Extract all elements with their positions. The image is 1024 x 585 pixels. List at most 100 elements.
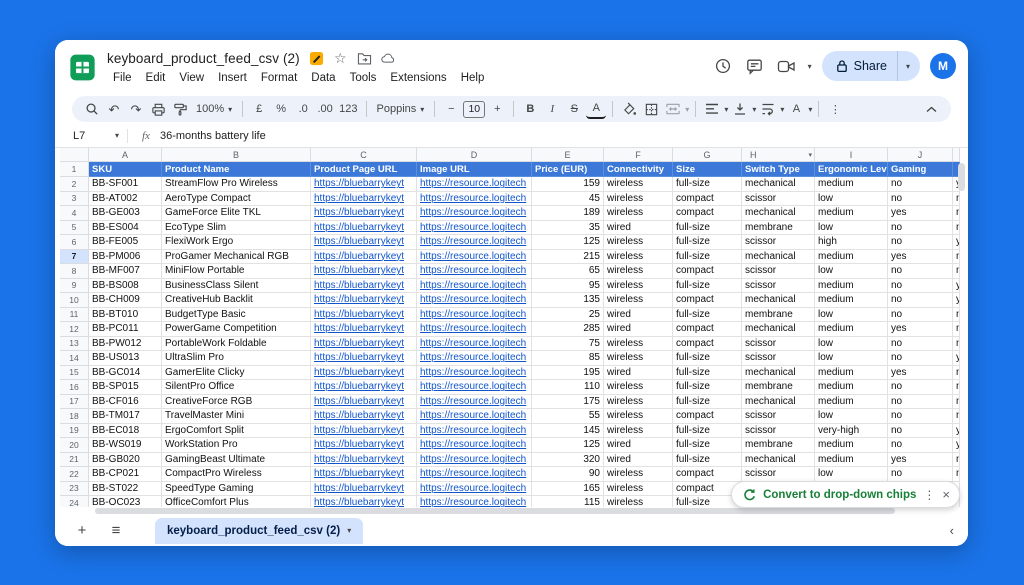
menu-view[interactable]: View bbox=[173, 70, 210, 86]
cell-price[interactable]: 145 bbox=[532, 424, 604, 439]
product-url-link[interactable]: https://bluebarrykeyt bbox=[311, 279, 417, 294]
image-url-link[interactable]: https://resource.logitech bbox=[417, 438, 532, 453]
image-url-link[interactable]: https://resource.logitech bbox=[417, 496, 532, 507]
cell-k-sliver[interactable]: no bbox=[953, 250, 960, 265]
cell-gaming[interactable]: no bbox=[888, 337, 953, 352]
column-header-k-sliver[interactable] bbox=[953, 148, 960, 162]
cell-k-sliver[interactable]: no bbox=[953, 395, 960, 410]
column-header-G[interactable]: G bbox=[673, 148, 742, 162]
cell-gaming[interactable]: no bbox=[888, 235, 953, 250]
product-url-link[interactable]: https://bluebarrykeyt bbox=[311, 337, 417, 352]
cell-size[interactable]: full-size bbox=[673, 438, 742, 453]
cell-sku[interactable]: BB-CF016 bbox=[89, 395, 162, 410]
image-url-link[interactable]: https://resource.logitech bbox=[417, 482, 532, 497]
document-title[interactable]: keyboard_product_feed_csv (2) bbox=[107, 51, 300, 66]
cell-connectivity[interactable]: wireless bbox=[604, 177, 673, 192]
row-header-19[interactable]: 19 bbox=[60, 424, 89, 439]
cell-k-sliver[interactable]: no bbox=[953, 264, 960, 279]
cell-price[interactable]: 195 bbox=[532, 366, 604, 381]
product-url-link[interactable]: https://bluebarrykeyt bbox=[311, 380, 417, 395]
column-header-F[interactable]: F bbox=[604, 148, 673, 162]
cell-sku[interactable]: BB-US013 bbox=[89, 351, 162, 366]
cell-sku[interactable]: BB-BS008 bbox=[89, 279, 162, 294]
cell-switch[interactable]: scissor bbox=[742, 279, 815, 294]
paint-format-icon[interactable] bbox=[170, 99, 190, 119]
image-url-link[interactable]: https://resource.logitech bbox=[417, 279, 532, 294]
name-box-caret-icon[interactable]: ▾ bbox=[115, 131, 119, 140]
cell-name[interactable]: TravelMaster Mini bbox=[162, 409, 311, 424]
meet-caret-icon[interactable]: ▾ bbox=[808, 62, 812, 71]
cell-connectivity[interactable]: wireless bbox=[604, 337, 673, 352]
cell-gaming[interactable]: no bbox=[888, 177, 953, 192]
cell-connectivity[interactable]: wired bbox=[604, 308, 673, 323]
cell-price[interactable]: 90 bbox=[532, 467, 604, 482]
cell-connectivity[interactable]: wireless bbox=[604, 250, 673, 265]
move-folder-icon[interactable] bbox=[357, 51, 372, 66]
merge-caret-icon[interactable]: ▾ bbox=[685, 105, 689, 114]
cell-size[interactable]: full-size bbox=[673, 351, 742, 366]
row-header-3[interactable]: 3 bbox=[60, 192, 89, 207]
cell-size[interactable]: full-size bbox=[673, 279, 742, 294]
cell-size[interactable]: compact bbox=[673, 206, 742, 221]
cell-k-sliver[interactable]: yes bbox=[953, 351, 960, 366]
row-header-14[interactable]: 14 bbox=[60, 351, 89, 366]
cell-ergonomic[interactable]: low bbox=[815, 221, 888, 236]
header-cell[interactable]: Size bbox=[673, 162, 742, 177]
cell-switch[interactable]: mechanical bbox=[742, 206, 815, 221]
image-url-link[interactable]: https://resource.logitech bbox=[417, 453, 532, 468]
cell-sku[interactable]: BB-MF007 bbox=[89, 264, 162, 279]
cell-gaming[interactable]: yes bbox=[888, 366, 953, 381]
increase-font-size-button[interactable]: + bbox=[487, 99, 507, 119]
cell-connectivity[interactable]: wired bbox=[604, 438, 673, 453]
cell-size[interactable]: compact bbox=[673, 337, 742, 352]
cell-k-sliver[interactable]: no bbox=[953, 337, 960, 352]
undo-icon[interactable]: ↶ bbox=[104, 99, 124, 119]
product-url-link[interactable]: https://bluebarrykeyt bbox=[311, 264, 417, 279]
cell-ergonomic[interactable]: medium bbox=[815, 380, 888, 395]
cell-price[interactable]: 125 bbox=[532, 235, 604, 250]
product-url-link[interactable]: https://bluebarrykeyt bbox=[311, 424, 417, 439]
product-url-link[interactable]: https://bluebarrykeyt bbox=[311, 221, 417, 236]
row-header-7[interactable]: 7 bbox=[60, 250, 89, 265]
vertical-align-icon[interactable] bbox=[730, 99, 750, 119]
italic-button[interactable]: I bbox=[542, 99, 562, 119]
cell-name[interactable]: GameForce Elite TKL bbox=[162, 206, 311, 221]
share-caret-icon[interactable]: ▾ bbox=[897, 51, 920, 81]
cell-ergonomic[interactable]: medium bbox=[815, 322, 888, 337]
cell-name[interactable]: OfficeComfort Plus bbox=[162, 496, 311, 507]
cell-switch[interactable]: membrane bbox=[742, 221, 815, 236]
cell-sku[interactable]: BB-PM006 bbox=[89, 250, 162, 265]
cell-ergonomic[interactable]: low bbox=[815, 337, 888, 352]
cell-sku[interactable]: BB-CH009 bbox=[89, 293, 162, 308]
product-url-link[interactable]: https://bluebarrykeyt bbox=[311, 453, 417, 468]
cell-gaming[interactable]: yes bbox=[888, 322, 953, 337]
cell-price[interactable]: 159 bbox=[532, 177, 604, 192]
product-url-link[interactable]: https://bluebarrykeyt bbox=[311, 351, 417, 366]
cell-k-sliver[interactable]: no bbox=[953, 467, 960, 482]
font-select[interactable]: Poppins▾ bbox=[373, 99, 429, 119]
cell-name[interactable]: BusinessClass Silent bbox=[162, 279, 311, 294]
cell-sku[interactable]: BB-EC018 bbox=[89, 424, 162, 439]
bold-button[interactable]: B bbox=[520, 99, 540, 119]
cell-connectivity[interactable]: wireless bbox=[604, 395, 673, 410]
row-header-5[interactable]: 5 bbox=[60, 221, 89, 236]
cell-connectivity[interactable]: wired bbox=[604, 322, 673, 337]
cell-sku[interactable]: BB-OC023 bbox=[89, 496, 162, 507]
cell-ergonomic[interactable]: low bbox=[815, 308, 888, 323]
cell-ergonomic[interactable]: medium bbox=[815, 177, 888, 192]
row-header-8[interactable]: 8 bbox=[60, 264, 89, 279]
row-header-10[interactable]: 10 bbox=[60, 293, 89, 308]
menu-insert[interactable]: Insert bbox=[212, 70, 253, 86]
cell-k-sliver[interactable]: no bbox=[953, 366, 960, 381]
cell-price[interactable]: 215 bbox=[532, 250, 604, 265]
cell-k-sliver[interactable]: no bbox=[953, 206, 960, 221]
cell-ergonomic[interactable]: medium bbox=[815, 438, 888, 453]
cell-switch[interactable]: mechanical bbox=[742, 250, 815, 265]
sheets-logo-icon[interactable] bbox=[69, 54, 96, 81]
cell-switch[interactable]: membrane bbox=[742, 380, 815, 395]
cell-switch[interactable]: scissor bbox=[742, 235, 815, 250]
cell-price[interactable]: 45 bbox=[532, 192, 604, 207]
horizontal-scrollbar[interactable] bbox=[55, 507, 968, 515]
row-header-4[interactable]: 4 bbox=[60, 206, 89, 221]
cell-sku[interactable]: BB-BT010 bbox=[89, 308, 162, 323]
